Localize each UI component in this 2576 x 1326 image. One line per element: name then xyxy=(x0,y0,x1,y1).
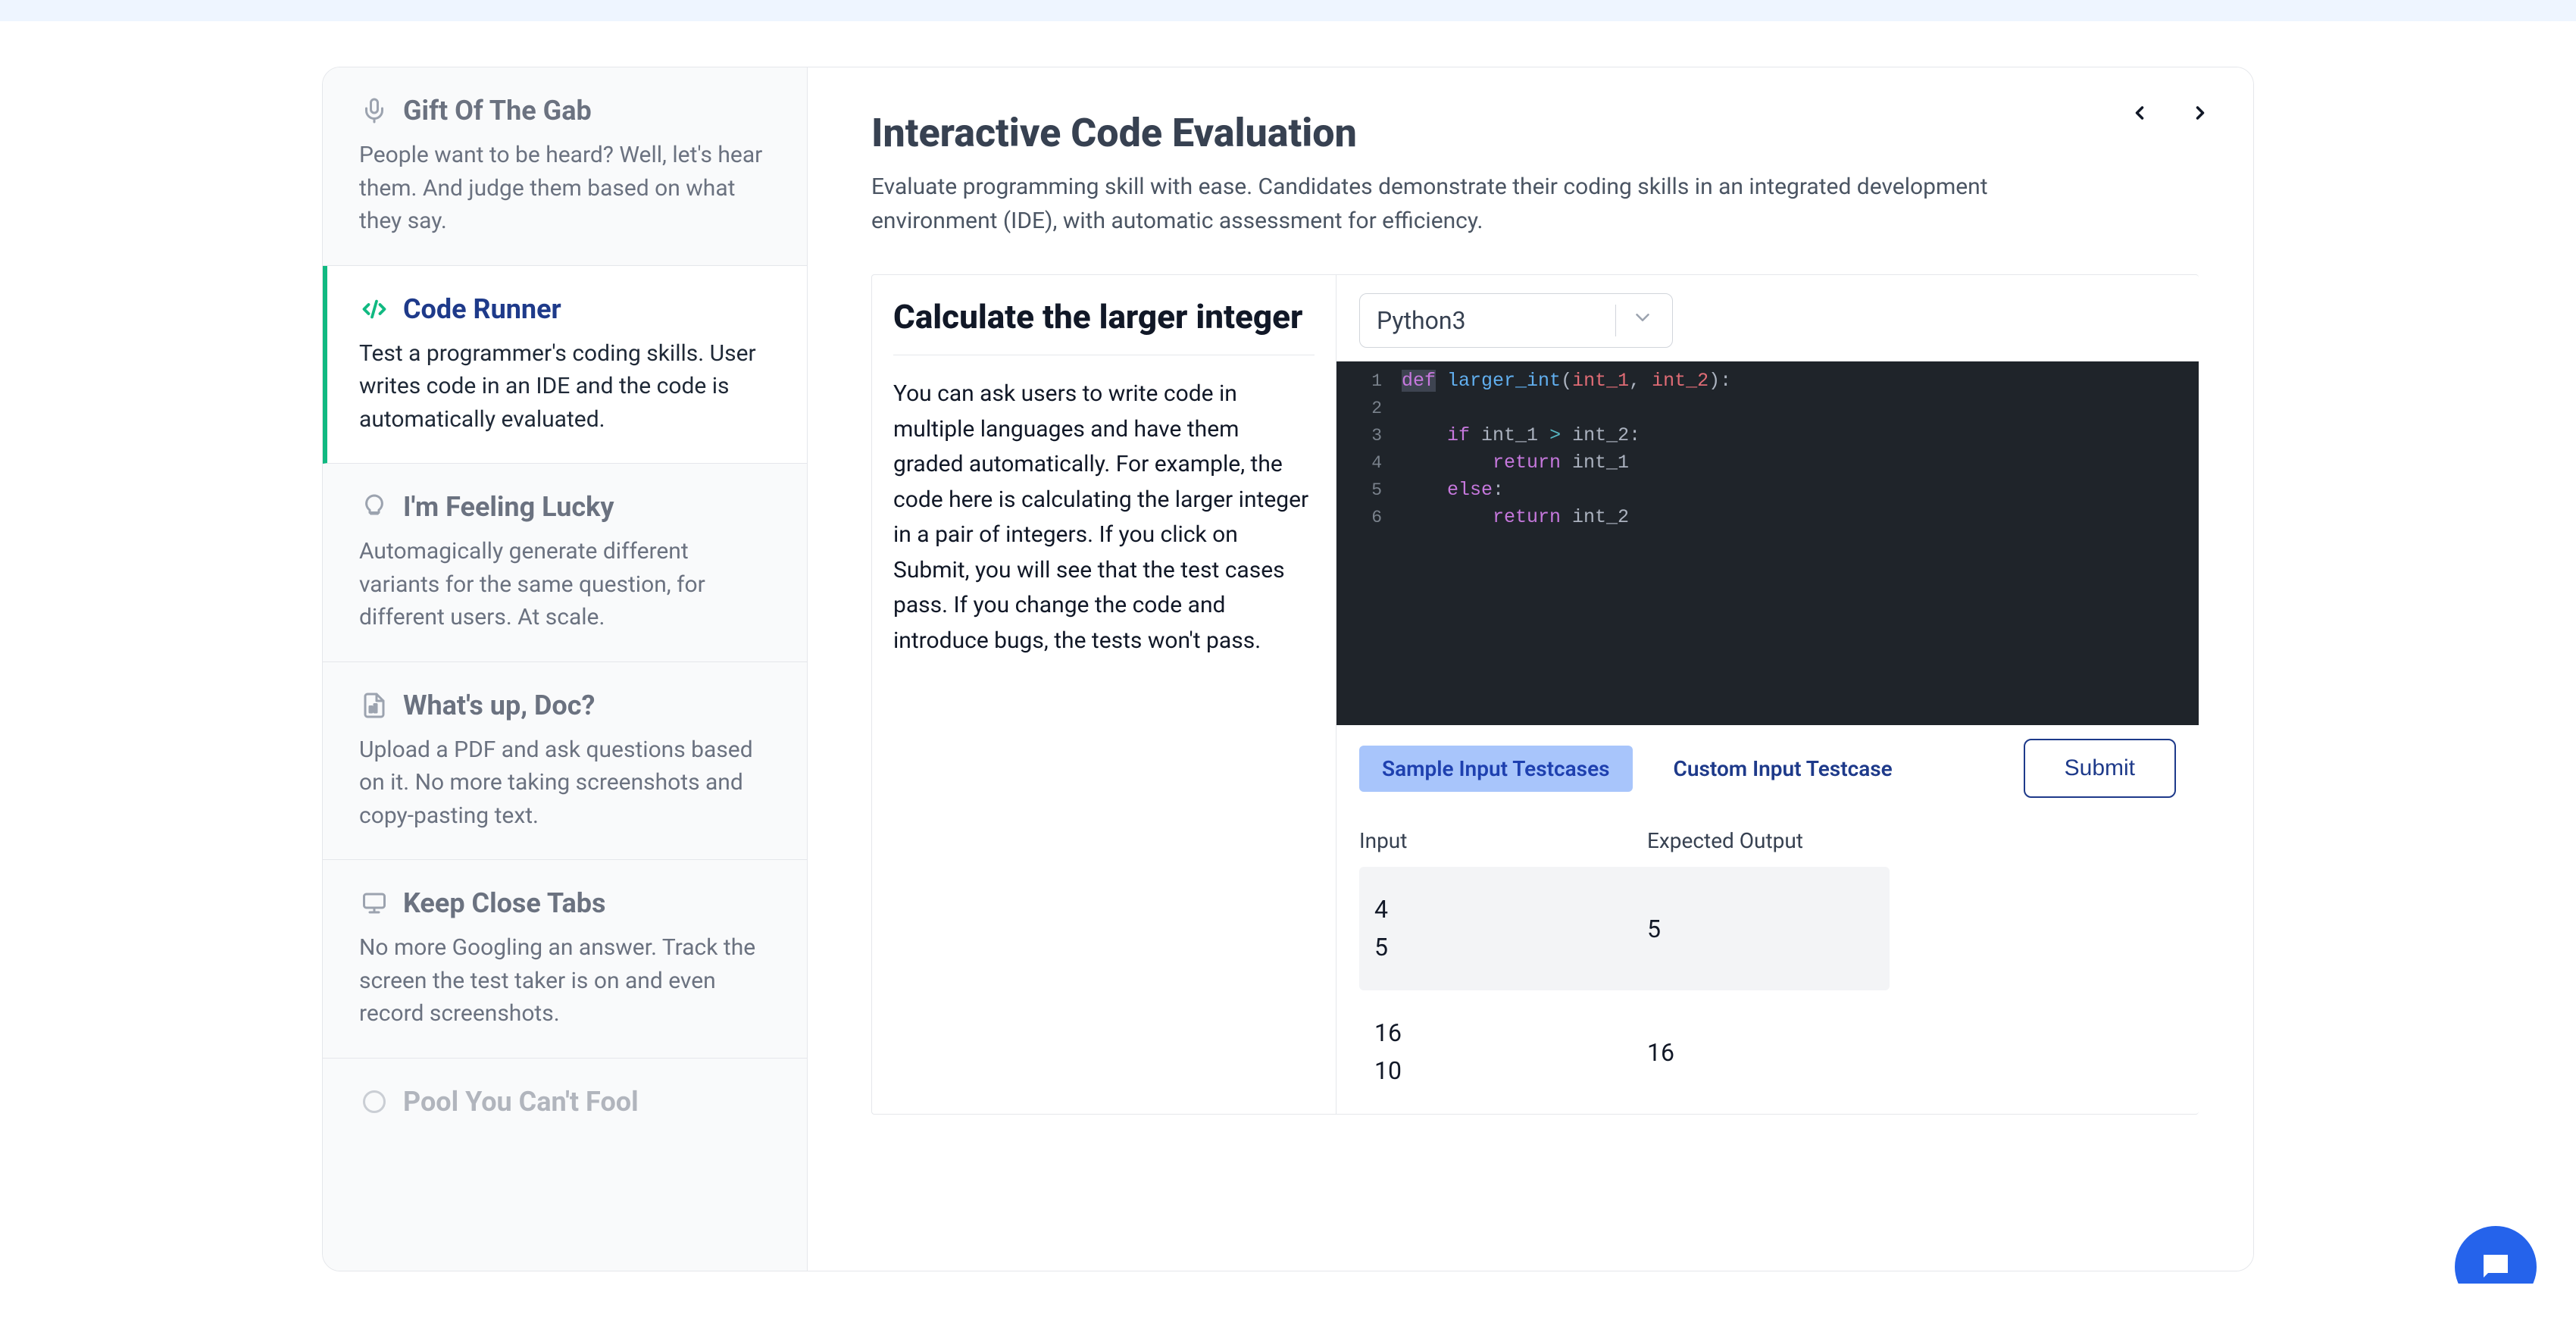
sidebar-item-whats-up-doc[interactable]: What's up, Doc? Upload a PDF and ask que… xyxy=(323,662,807,861)
sidebar-item-title: Gift Of The Gab xyxy=(403,95,592,127)
results-cell-input: 4 5 xyxy=(1374,891,1647,966)
results-row: 16 10 16 xyxy=(1359,990,1890,1114)
sidebar-item-code-runner[interactable]: Code Runner Test a programmer's coding s… xyxy=(323,266,807,464)
chat-fab[interactable] xyxy=(2455,1226,2537,1308)
testcase-tabs: Sample Input Testcases Custom Input Test… xyxy=(1336,725,2199,805)
results-cell-input: 16 10 xyxy=(1374,1015,1647,1090)
sidebar-item-desc: Test a programmer's coding skills. User … xyxy=(359,337,774,436)
sidebar-item-feeling-lucky[interactable]: I'm Feeling Lucky Automagically generate… xyxy=(323,464,807,662)
doc-icon xyxy=(359,690,389,721)
bulb-icon xyxy=(359,492,389,522)
sidebar-item-title: I'm Feeling Lucky xyxy=(403,491,614,523)
next-icon[interactable] xyxy=(2190,102,2211,124)
results-row: 4 5 5 xyxy=(1359,867,1890,990)
results-table: Input Expected Output 4 5 5 16 10 16 xyxy=(1336,805,1912,1114)
sidebar-item-title: Pool You Can't Fool xyxy=(403,1086,639,1118)
sidebar-item-title: Keep Close Tabs xyxy=(403,887,606,919)
sidebar: Gift Of The Gab People want to be heard?… xyxy=(323,67,808,1271)
tab-sample-testcases[interactable]: Sample Input Testcases xyxy=(1359,746,1633,792)
results-col-input: Input xyxy=(1359,828,1647,853)
submit-button[interactable]: Submit xyxy=(2024,739,2176,798)
results-col-expected: Expected Output xyxy=(1647,828,1890,853)
monitor-icon xyxy=(359,888,389,918)
ide-panel: Python3 123456 def larger_int(int_1, int… xyxy=(1336,275,2199,1114)
tab-custom-testcase[interactable]: Custom Input Testcase xyxy=(1651,746,1915,792)
page-wrap: Gift Of The Gab People want to be heard?… xyxy=(0,21,2576,1271)
sidebar-item-desc: Upload a PDF and ask questions based on … xyxy=(359,733,774,833)
top-band xyxy=(0,0,2576,21)
problem-desc: You can ask users to write code in multi… xyxy=(893,377,1315,658)
sidebar-item-title: What's up, Doc? xyxy=(403,690,595,721)
code-icon xyxy=(359,294,389,324)
sidebar-item-pool[interactable]: Pool You Can't Fool xyxy=(323,1059,807,1157)
results-cell-expected: 5 xyxy=(1647,915,1874,943)
code-editor[interactable]: 123456 def larger_int(int_1, int_2): if … xyxy=(1336,361,2199,725)
problem-title: Calculate the larger integer xyxy=(893,296,1315,355)
sidebar-item-gift-of-the-gab[interactable]: Gift Of The Gab People want to be heard?… xyxy=(323,67,807,266)
mic-icon xyxy=(359,95,389,126)
editor-gutter: 123456 xyxy=(1336,361,1396,725)
pool-icon xyxy=(359,1087,389,1117)
language-select[interactable]: Python3 xyxy=(1359,293,1673,348)
page-subtitle: Evaluate programming skill with ease. Ca… xyxy=(871,170,2008,238)
results-cell-expected: 16 xyxy=(1647,1038,1874,1067)
page-title: Interactive Code Evaluation xyxy=(871,110,2199,156)
sidebar-item-title: Code Runner xyxy=(403,293,561,325)
prev-icon[interactable] xyxy=(2129,102,2150,124)
language-select-value: Python3 xyxy=(1377,306,1466,335)
sidebar-item-desc: People want to be heard? Well, let's hea… xyxy=(359,139,774,238)
editor-code[interactable]: def larger_int(int_1, int_2): if int_1 >… xyxy=(1396,361,1731,725)
feature-card: Gift Of The Gab People want to be heard?… xyxy=(322,67,2254,1271)
chevron-down-icon xyxy=(1631,306,1654,335)
sidebar-item-desc: Automagically generate different variant… xyxy=(359,535,774,634)
problem-panel: Calculate the larger integer You can ask… xyxy=(872,275,1336,1114)
sidebar-item-desc: No more Googling an answer. Track the sc… xyxy=(359,931,774,1030)
content-row: Calculate the larger integer You can ask… xyxy=(871,274,2199,1115)
sidebar-item-keep-close-tabs[interactable]: Keep Close Tabs No more Googling an answ… xyxy=(323,860,807,1059)
main-panel: Interactive Code Evaluation Evaluate pro… xyxy=(808,67,2253,1271)
